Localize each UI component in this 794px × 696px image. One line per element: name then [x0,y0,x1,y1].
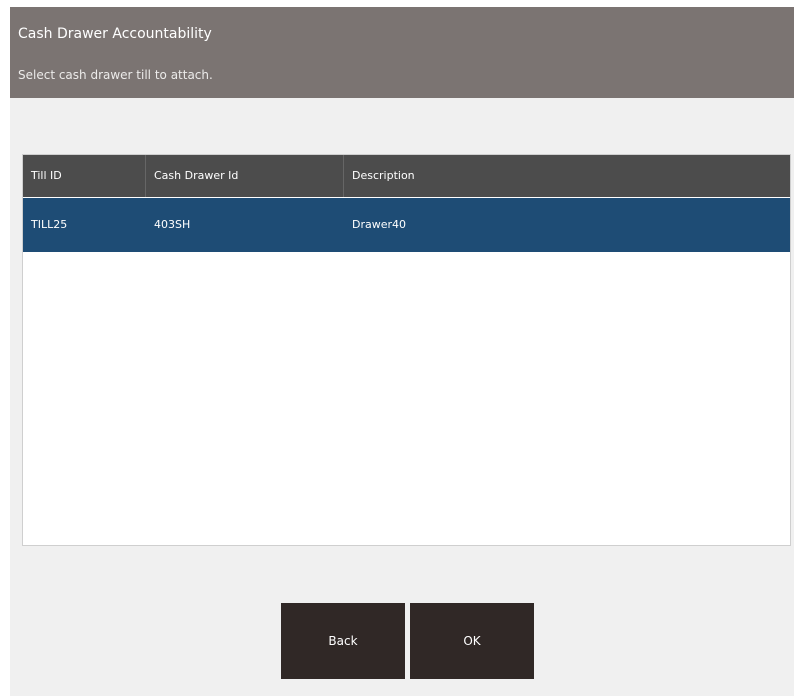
table-header: Till ID Cash Drawer Id Description [23,155,790,197]
column-header-till-id: Till ID [23,155,146,197]
cell-cash-drawer-id: 403SH [154,218,191,231]
column-header-cash-drawer-id: Cash Drawer Id [146,155,344,197]
back-button[interactable]: Back [281,603,405,679]
dialog-header: Cash Drawer Accountability Select cash d… [10,7,794,98]
cell-description: Drawer40 [352,218,407,231]
ok-button[interactable]: OK [410,603,534,679]
till-table: Till ID Cash Drawer Id Description TILL2… [22,154,791,546]
page-subtitle: Select cash drawer till to attach. [18,68,213,82]
column-header-description: Description [352,169,415,182]
table-row[interactable]: TILL25 403SH Drawer40 [23,198,790,252]
cash-drawer-dialog: Cash Drawer Accountability Select cash d… [10,7,794,696]
page-title: Cash Drawer Accountability [18,26,212,42]
cell-till-id: TILL25 [31,218,68,231]
